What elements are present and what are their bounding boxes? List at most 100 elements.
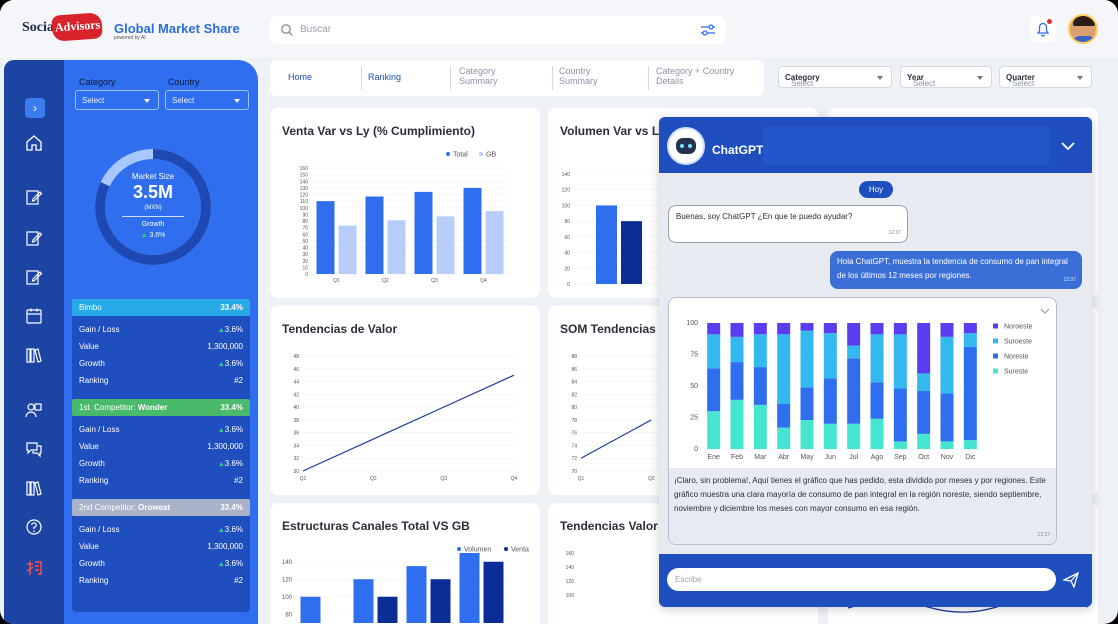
y-tick-label: 160	[566, 551, 575, 557]
legend-swatch	[446, 152, 450, 156]
books-icon[interactable]	[25, 479, 43, 497]
bar	[414, 191, 433, 274]
row-key: Value	[79, 342, 99, 351]
y-tick-label: 140	[566, 565, 575, 571]
chevron-down-icon[interactable]	[1061, 141, 1075, 151]
edit-document-icon[interactable]	[25, 188, 43, 206]
app-title: Global Market Share	[114, 21, 240, 36]
chevron-down-icon[interactable]	[1040, 308, 1050, 314]
row-value-text: 3.6%	[224, 425, 243, 434]
y-tick-label: 76	[571, 431, 577, 437]
stacked-bar-segment	[870, 323, 884, 335]
category-select-value: Select	[82, 96, 105, 105]
y-tick-label: 72	[571, 456, 577, 462]
home-icon[interactable]	[25, 134, 43, 152]
edit-sheet-icon[interactable]	[25, 268, 43, 286]
stacked-bar-segment	[777, 334, 791, 404]
filter-prefix: Select	[791, 79, 814, 88]
stacked-bar-segment	[893, 441, 907, 449]
x-tick-label: Q3	[431, 278, 438, 284]
expand-sidebar-button[interactable]: ›	[25, 98, 45, 118]
y-tick-label: 88	[571, 354, 577, 360]
social-advisors-logo[interactable]: Social Advisors	[20, 12, 104, 44]
day-chip: Hoy	[859, 181, 893, 198]
tab-category-summary[interactable]: Category Summary	[459, 66, 529, 90]
y-tick-label: 40	[564, 251, 570, 257]
stacked-bar-segment	[940, 393, 954, 442]
chat-input-placeholder: Escribe	[675, 575, 702, 584]
growth-value: ▲ 3.6%	[94, 232, 212, 239]
stacked-bar-segment	[870, 334, 884, 383]
y-tick-label: 100	[566, 593, 575, 599]
category-label: Category	[79, 77, 116, 87]
tab-country-summary[interactable]: Country Summary	[559, 66, 619, 90]
notifications-button[interactable]	[1030, 16, 1056, 42]
calendar-icon[interactable]	[25, 307, 43, 325]
x-tick-label: Q4	[480, 278, 487, 284]
y-tick-label: 86	[571, 367, 577, 373]
stacked-bar-segment	[777, 323, 791, 335]
stacked-bar-segment	[940, 336, 954, 394]
stacked-bar-segment	[847, 358, 861, 424]
quarter-filter-select[interactable]: Select Quarter	[999, 66, 1092, 88]
library-icon[interactable]	[25, 346, 43, 364]
category-select[interactable]: Select	[75, 90, 159, 110]
message-time: 12:37	[888, 230, 901, 236]
wonder-card-header[interactable]: 1st. Competitor: Wonder 33.4%	[72, 399, 250, 416]
chat-bubbles-icon[interactable]	[25, 440, 43, 458]
country-select[interactable]: Select	[165, 90, 249, 110]
y-tick-label: 90	[302, 212, 308, 218]
card-name: Bimbo	[79, 303, 102, 312]
y-tick-label: 38	[293, 418, 299, 424]
brand-mark-icon[interactable]	[25, 559, 43, 577]
tab-category-country-details[interactable]: Category + Country Details	[656, 66, 756, 90]
legend-label: Total	[453, 152, 468, 159]
app-window: Social Advisors Global Market Share powe…	[0, 0, 1118, 624]
logo-text-advisors: Advisors	[54, 17, 101, 35]
stacked-bar-segment	[730, 336, 744, 363]
stacked-bar-segment	[753, 404, 767, 449]
row-value: 1,300,000	[207, 342, 243, 351]
stacked-bar-segment	[800, 420, 814, 449]
stacked-bar-segment	[753, 367, 767, 405]
stacked-bar-segment	[730, 362, 744, 400]
send-icon[interactable]	[1063, 572, 1079, 588]
y-tick-label: 74	[571, 443, 577, 449]
chat-input[interactable]: Escribe	[667, 568, 1056, 591]
tab-divider	[648, 66, 649, 90]
tab-home[interactable]: Home	[288, 72, 312, 96]
notification-dot	[1047, 19, 1052, 24]
stacked-bar-segment	[917, 391, 931, 434]
robot-eye	[688, 144, 692, 148]
bar	[436, 216, 455, 274]
row-key: Ranking	[79, 476, 109, 485]
category-filter-select[interactable]: Select Category	[778, 66, 892, 88]
user-avatar[interactable]	[1068, 14, 1098, 44]
year-filter-select[interactable]: Select Year	[900, 66, 992, 88]
users-group-icon[interactable]	[25, 401, 43, 419]
x-tick-label: Oct	[918, 454, 929, 461]
oroweat-card-header[interactable]: 2nd Competitor: Oroweat 33.4%	[72, 499, 250, 516]
help-icon[interactable]	[25, 518, 43, 536]
row-value: 1,300,000	[207, 442, 243, 451]
robot-eye	[680, 144, 684, 148]
tendencias-valor-card: 30 32 34 36 38 40 42 44 46 48 Q1 Q2 Q3 Q4 Tendencias …	[270, 306, 540, 495]
bimbo-card-header[interactable]: Bimbo 33.4%	[72, 299, 250, 316]
search-bar[interactable]: Buscar	[270, 16, 726, 44]
legend-swatch	[993, 323, 998, 329]
tab-ranking[interactable]: Ranking	[368, 72, 401, 96]
stacked-bar-segment	[707, 334, 721, 369]
search-input[interactable]: Buscar	[300, 24, 331, 35]
card-name-prefix: 1st. Competitor:	[79, 403, 136, 412]
filter-sliders-icon[interactable]	[700, 23, 716, 37]
bar	[406, 566, 427, 623]
legend-label: Volumen	[464, 547, 491, 554]
up-arrow-icon: ▲	[217, 461, 225, 468]
stacked-bar-segment	[800, 330, 814, 388]
row-value-text: 3.6%	[224, 559, 243, 568]
stacked-bar-segment	[823, 378, 837, 424]
nav-tabs: Home Ranking Category Summary Country Su…	[270, 60, 764, 96]
card-name-strong: Wonder	[137, 403, 168, 412]
stacked-bar-segment	[823, 333, 837, 379]
edit-report-icon[interactable]	[25, 229, 43, 247]
